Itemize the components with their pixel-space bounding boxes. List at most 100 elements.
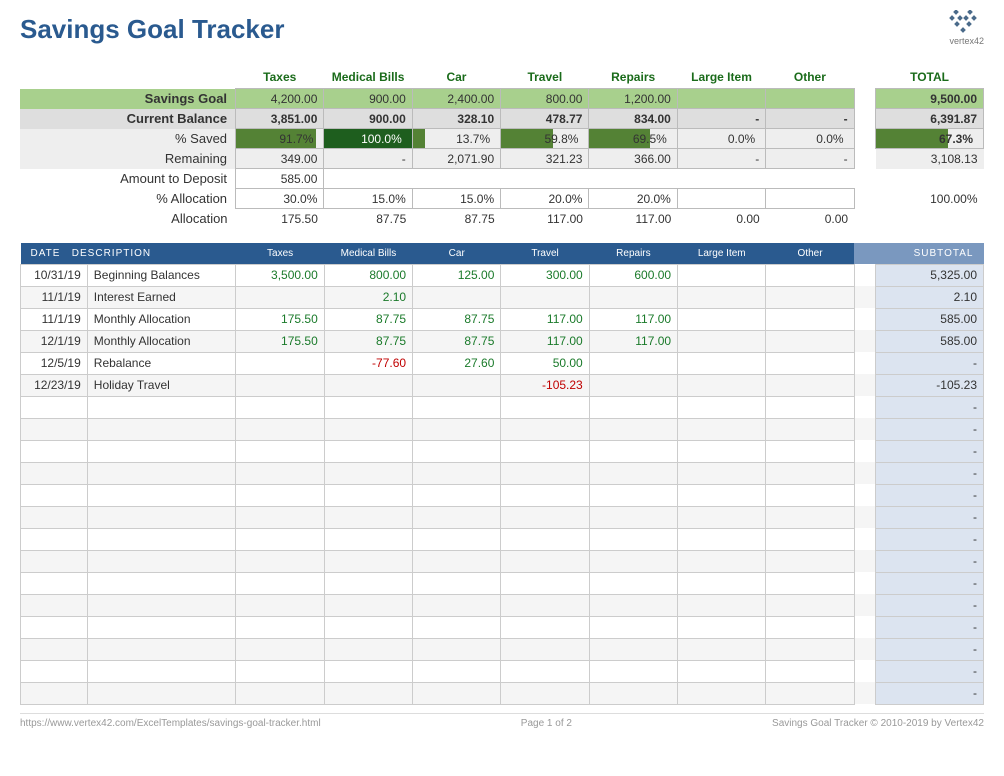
tx-value bbox=[678, 638, 766, 660]
tx-value bbox=[501, 594, 589, 616]
tx-value bbox=[678, 660, 766, 682]
table-row: 12/1/19Monthly Allocation175.5087.7587.7… bbox=[21, 330, 984, 352]
tx-value: 87.75 bbox=[324, 330, 412, 352]
tx-desc: Interest Earned bbox=[87, 286, 236, 308]
tx-date: 12/1/19 bbox=[21, 330, 88, 352]
tx-value bbox=[589, 286, 677, 308]
tx-subtotal: - bbox=[876, 506, 984, 528]
tx-value bbox=[324, 484, 412, 506]
tx-value: 125.00 bbox=[413, 264, 501, 286]
tx-value bbox=[236, 462, 324, 484]
cat-header: Other bbox=[766, 66, 854, 89]
tx-value bbox=[766, 550, 854, 572]
savings-goal-row: Savings Goal 4,200.00 900.00 2,400.00 80… bbox=[20, 89, 984, 109]
row-label: Allocation bbox=[20, 209, 236, 229]
tx-value: 117.00 bbox=[501, 308, 589, 330]
tx-value bbox=[589, 352, 677, 374]
tx-value bbox=[678, 330, 766, 352]
tx-value bbox=[413, 418, 501, 440]
tx-value: 27.60 bbox=[413, 352, 501, 374]
tx-value bbox=[324, 396, 412, 418]
tx-value bbox=[766, 506, 854, 528]
tx-subtotal: - bbox=[876, 528, 984, 550]
tx-desc bbox=[87, 550, 236, 572]
tx-value bbox=[589, 638, 677, 660]
tx-value bbox=[413, 396, 501, 418]
tx-value bbox=[413, 682, 501, 704]
tx-desc: Rebalance bbox=[87, 352, 236, 374]
row-label: Remaining bbox=[20, 149, 236, 169]
tx-value bbox=[766, 396, 854, 418]
tx-subtotal: - bbox=[876, 440, 984, 462]
tx-date bbox=[21, 528, 88, 550]
tx-value bbox=[678, 440, 766, 462]
tx-value bbox=[236, 638, 324, 660]
cat-header: Repairs bbox=[589, 66, 677, 89]
cat-header: Medical Bills bbox=[324, 66, 412, 89]
tx-value bbox=[413, 374, 501, 396]
tx-value bbox=[678, 418, 766, 440]
tx-desc bbox=[87, 462, 236, 484]
tx-value bbox=[501, 462, 589, 484]
tx-value bbox=[589, 506, 677, 528]
tx-desc bbox=[87, 616, 236, 638]
vertex42-logo-icon bbox=[944, 10, 984, 36]
tx-value bbox=[236, 286, 324, 308]
tx-value: 87.75 bbox=[413, 308, 501, 330]
tx-value bbox=[236, 594, 324, 616]
tx-date: 11/1/19 bbox=[21, 308, 88, 330]
table-row: - bbox=[21, 484, 984, 506]
tx-value bbox=[766, 660, 854, 682]
tx-value bbox=[766, 682, 854, 704]
tx-value: 87.75 bbox=[413, 330, 501, 352]
tx-value bbox=[678, 594, 766, 616]
tx-value bbox=[324, 528, 412, 550]
tx-value bbox=[413, 528, 501, 550]
tx-value bbox=[236, 682, 324, 704]
tx-date bbox=[21, 594, 88, 616]
tx-value: 117.00 bbox=[501, 330, 589, 352]
tx-subtotal: - bbox=[876, 396, 984, 418]
tx-subtotal: 5,325.00 bbox=[876, 264, 984, 286]
footer: https://www.vertex42.com/ExcelTemplates/… bbox=[20, 713, 984, 729]
tx-subtotal: - bbox=[876, 462, 984, 484]
tx-desc bbox=[87, 440, 236, 462]
header: Savings Goal Tracker vertex42 bbox=[20, 10, 984, 46]
tx-header-row: DATE DESCRIPTION Taxes Medical Bills Car… bbox=[21, 243, 984, 265]
tx-value bbox=[766, 308, 854, 330]
tx-subtotal: - bbox=[876, 352, 984, 374]
tx-value bbox=[324, 660, 412, 682]
deposit-row: Amount to Deposit 585.00 bbox=[20, 169, 984, 189]
tx-value bbox=[589, 484, 677, 506]
tx-value bbox=[236, 572, 324, 594]
tx-value bbox=[678, 484, 766, 506]
tx-value: 50.00 bbox=[501, 352, 589, 374]
tx-value bbox=[678, 528, 766, 550]
tx-value bbox=[678, 396, 766, 418]
pct-allocation-row: % Allocation 30.0% 15.0% 15.0% 20.0% 20.… bbox=[20, 189, 984, 209]
table-row: - bbox=[21, 506, 984, 528]
tx-value bbox=[501, 286, 589, 308]
tx-subtotal: 585.00 bbox=[876, 308, 984, 330]
tx-date: 12/23/19 bbox=[21, 374, 88, 396]
tx-date bbox=[21, 638, 88, 660]
footer-page: Page 1 of 2 bbox=[521, 718, 572, 729]
table-row: - bbox=[21, 572, 984, 594]
tx-date bbox=[21, 462, 88, 484]
table-row: 11/1/19Monthly Allocation175.5087.7587.7… bbox=[21, 308, 984, 330]
tx-value bbox=[766, 264, 854, 286]
tx-value: 3,500.00 bbox=[236, 264, 324, 286]
tx-desc bbox=[87, 396, 236, 418]
tx-date bbox=[21, 396, 88, 418]
tx-value bbox=[678, 506, 766, 528]
tx-value bbox=[236, 418, 324, 440]
row-label: % Saved bbox=[20, 129, 236, 149]
tx-value bbox=[678, 682, 766, 704]
tx-value bbox=[501, 550, 589, 572]
tx-subtotal: - bbox=[876, 594, 984, 616]
table-row: - bbox=[21, 550, 984, 572]
tx-value bbox=[324, 682, 412, 704]
tx-value bbox=[324, 572, 412, 594]
tx-value bbox=[589, 440, 677, 462]
table-row: - bbox=[21, 462, 984, 484]
